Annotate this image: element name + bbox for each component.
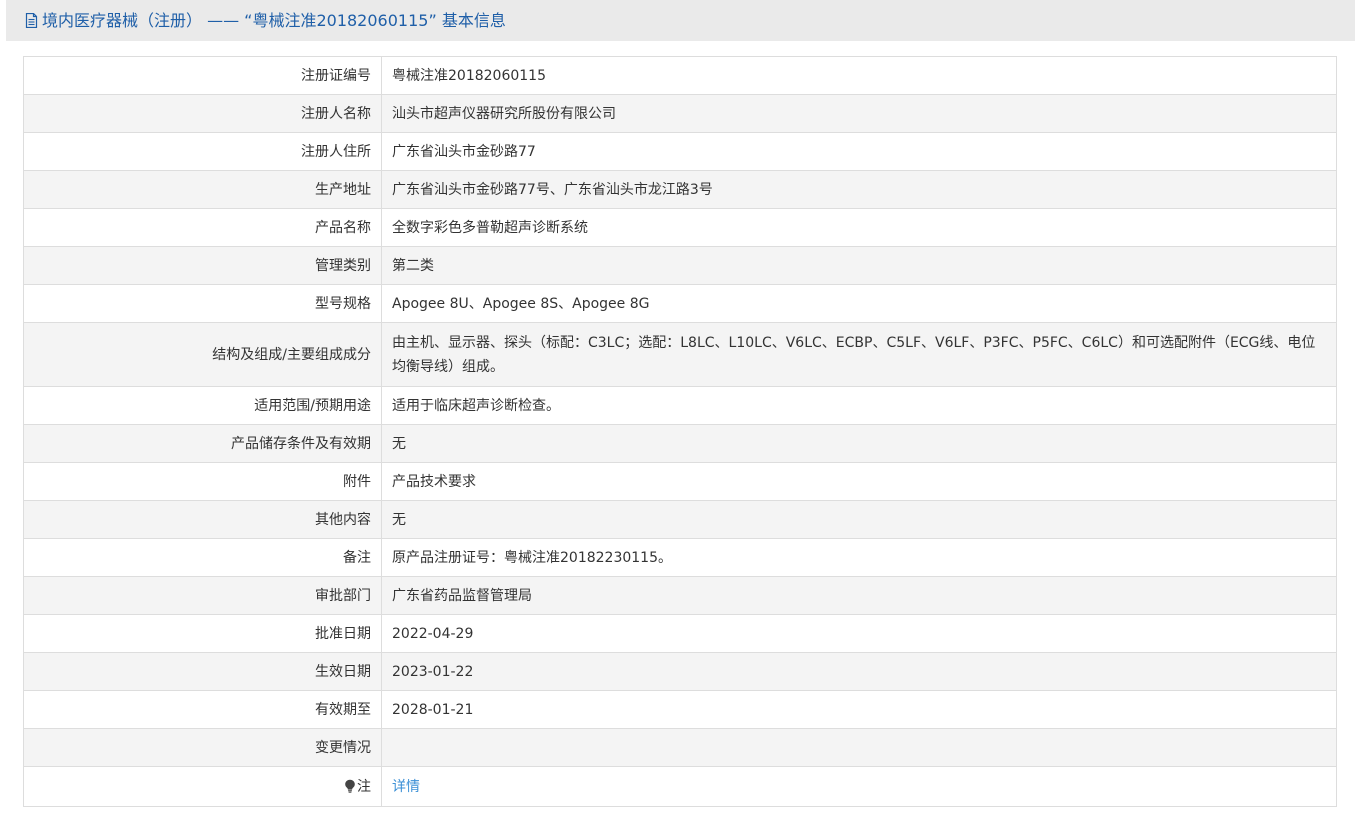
note-label: 注 xyxy=(357,778,371,795)
field-value: 粤械注准20182060115 xyxy=(381,56,1337,95)
lightbulb-icon xyxy=(344,777,356,793)
table-row: 注册证编号 粤械注准20182060115 xyxy=(23,56,1337,95)
table-row: 结构及组成/主要组成成分 由主机、显示器、探头（标配：C3LC；选配：L8LC、… xyxy=(23,322,1337,387)
field-label: 生产地址 xyxy=(23,170,382,209)
table-row: 审批部门 广东省药品监督管理局 xyxy=(23,576,1337,615)
field-label: 生效日期 xyxy=(23,652,382,691)
field-label: 有效期至 xyxy=(23,690,382,729)
field-label: 变更情况 xyxy=(23,728,382,767)
field-value: 第二类 xyxy=(381,246,1337,285)
field-value: 无 xyxy=(381,424,1337,463)
field-value: 汕头市超声仪器研究所股份有限公司 xyxy=(381,94,1337,133)
field-label: 其他内容 xyxy=(23,500,382,539)
table-row: 生产地址 广东省汕头市金砂路77号、广东省汕头市龙江路3号 xyxy=(23,170,1337,209)
field-value: 2022-04-29 xyxy=(381,614,1337,653)
note-row: 注 详情 xyxy=(23,766,1337,807)
detail-link[interactable]: 详情 xyxy=(392,779,420,795)
table-row: 批准日期 2022-04-29 xyxy=(23,614,1337,653)
table-row: 有效期至 2028-01-21 xyxy=(23,690,1337,729)
table-row: 型号规格 Apogee 8U、Apogee 8S、Apogee 8G xyxy=(23,284,1337,323)
field-value: 广东省药品监督管理局 xyxy=(381,576,1337,615)
field-label: 注册证编号 xyxy=(23,56,382,95)
table-row: 变更情况 xyxy=(23,728,1337,767)
field-label: 产品名称 xyxy=(23,208,382,247)
table-row: 生效日期 2023-01-22 xyxy=(23,652,1337,691)
table-row: 附件 产品技术要求 xyxy=(23,462,1337,501)
table-row: 注册人住所 广东省汕头市金砂路77 xyxy=(23,132,1337,171)
table-row: 产品储存条件及有效期 无 xyxy=(23,424,1337,463)
field-label: 批准日期 xyxy=(23,614,382,653)
field-value: 全数字彩色多普勒超声诊断系统 xyxy=(381,208,1337,247)
table-row: 产品名称 全数字彩色多普勒超声诊断系统 xyxy=(23,208,1337,247)
field-label: 审批部门 xyxy=(23,576,382,615)
field-label: 备注 xyxy=(23,538,382,577)
table-row: 管理类别 第二类 xyxy=(23,246,1337,285)
field-label: 结构及组成/主要组成成分 xyxy=(23,322,382,387)
title-bar: 境内医疗器械（注册） —— “粤械注准20182060115” 基本信息 xyxy=(6,0,1355,41)
field-label: 注册人住所 xyxy=(23,132,382,171)
field-value: 原产品注册证号：粤械注准20182230115。 xyxy=(381,538,1337,577)
field-value: 产品技术要求 xyxy=(381,462,1337,501)
field-value: 由主机、显示器、探头（标配：C3LC；选配：L8LC、L10LC、V6LC、EC… xyxy=(381,322,1337,387)
page-title: 境内医疗器械（注册） —— “粤械注准20182060115” 基本信息 xyxy=(42,10,506,30)
table-row: 备注 原产品注册证号：粤械注准20182230115。 xyxy=(23,538,1337,577)
page: 境内医疗器械（注册） —— “粤械注准20182060115” 基本信息 注册证… xyxy=(0,0,1355,822)
field-value: 2028-01-21 xyxy=(381,690,1337,729)
document-icon xyxy=(24,13,38,29)
field-value: 广东省汕头市金砂路77号、广东省汕头市龙江路3号 xyxy=(381,170,1337,209)
note-value-cell: 详情 xyxy=(381,766,1337,807)
field-value: 2023-01-22 xyxy=(381,652,1337,691)
info-table: 注册证编号 粤械注准20182060115 注册人名称 汕头市超声仪器研究所股份… xyxy=(23,56,1337,807)
field-label: 适用范围/预期用途 xyxy=(23,386,382,425)
table-row: 其他内容 无 xyxy=(23,500,1337,539)
field-label: 附件 xyxy=(23,462,382,501)
table-row: 适用范围/预期用途 适用于临床超声诊断检查。 xyxy=(23,386,1337,425)
field-value: 适用于临床超声诊断检查。 xyxy=(381,386,1337,425)
field-label: 注册人名称 xyxy=(23,94,382,133)
field-label: 型号规格 xyxy=(23,284,382,323)
field-value: 无 xyxy=(381,500,1337,539)
field-value: 广东省汕头市金砂路77 xyxy=(381,132,1337,171)
table-row: 注册人名称 汕头市超声仪器研究所股份有限公司 xyxy=(23,94,1337,133)
note-label-cell: 注 xyxy=(23,766,382,807)
field-label: 产品储存条件及有效期 xyxy=(23,424,382,463)
field-label: 管理类别 xyxy=(23,246,382,285)
field-value xyxy=(381,728,1337,767)
field-value: Apogee 8U、Apogee 8S、Apogee 8G xyxy=(381,284,1337,323)
